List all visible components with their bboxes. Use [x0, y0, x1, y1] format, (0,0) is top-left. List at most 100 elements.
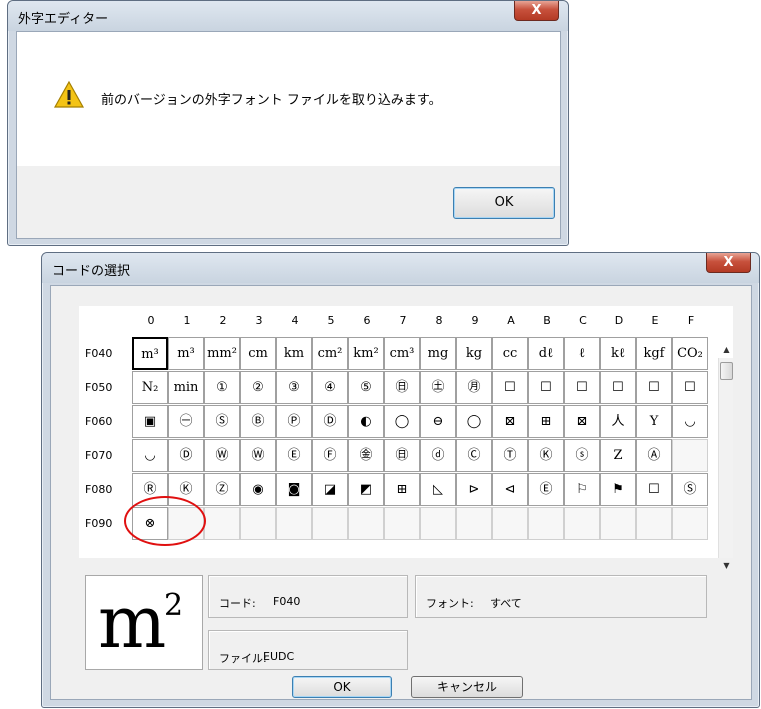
grid-cell[interactable]: ① — [204, 371, 240, 404]
grid-cell[interactable]: ⊳ — [456, 473, 492, 506]
grid-cell[interactable]: ◉ — [240, 473, 276, 506]
grid-cell[interactable]: ⓢ — [564, 439, 600, 472]
grid-cell[interactable]: ② — [240, 371, 276, 404]
code-select-close-button[interactable]: X — [706, 253, 751, 273]
grid-cell[interactable]: Y — [636, 405, 672, 438]
grid-cell[interactable]: ⓓ — [420, 439, 456, 472]
grid-cell[interactable]: ⊲ — [492, 473, 528, 506]
grid-cell[interactable]: Ⓔ — [276, 439, 312, 472]
grid-cell[interactable]: ◡ — [132, 439, 168, 472]
grid-cell[interactable]: cm² — [312, 337, 348, 370]
grid-cell[interactable]: Ⓔ — [528, 473, 564, 506]
grid-cell[interactable]: ◪ — [312, 473, 348, 506]
grid-cell[interactable]: ☐ — [636, 473, 672, 506]
grid-cell[interactable]: ③ — [276, 371, 312, 404]
grid-cell[interactable]: Ⓢ — [672, 473, 708, 506]
grid-cell[interactable]: ℓ — [564, 337, 600, 370]
grid-cell[interactable]: Ⓦ — [204, 439, 240, 472]
grid-cell[interactable]: ☐ — [492, 371, 528, 404]
grid-cell[interactable]: cm³ — [384, 337, 420, 370]
grid-cell[interactable]: cc — [492, 337, 528, 370]
grid-cell[interactable]: 人 — [600, 405, 636, 438]
grid-cell[interactable] — [276, 507, 312, 540]
grid-cell[interactable]: kℓ — [600, 337, 636, 370]
grid-cell[interactable] — [528, 507, 564, 540]
grid-cell[interactable] — [420, 507, 456, 540]
grid-cell[interactable]: ◐ — [348, 405, 384, 438]
grid-cell[interactable] — [240, 507, 276, 540]
grid-cell[interactable]: ㊐ — [384, 371, 420, 404]
grid-cell[interactable]: ◩ — [348, 473, 384, 506]
grid-cell[interactable]: CO₂ — [672, 337, 708, 370]
grid-cell[interactable]: ◯ — [384, 405, 420, 438]
grid-cell[interactable] — [492, 507, 528, 540]
select-ok-button[interactable]: OK — [292, 676, 392, 698]
grid-cell[interactable]: Z — [600, 439, 636, 472]
grid-cell[interactable]: m³ — [132, 337, 168, 370]
grid-cell[interactable]: ◺ — [420, 473, 456, 506]
grid-cell[interactable]: Ⓩ — [204, 473, 240, 506]
grid-cell[interactable]: ㊀ — [168, 405, 204, 438]
grid-cell[interactable]: ▣ — [132, 405, 168, 438]
grid-cell[interactable]: ☐ — [600, 371, 636, 404]
grid-cell[interactable]: ☐ — [528, 371, 564, 404]
grid-cell[interactable]: ⊞ — [528, 405, 564, 438]
grid-cell[interactable]: N₂ — [132, 371, 168, 404]
grid-cell[interactable]: Ⓓ — [312, 405, 348, 438]
grid-cell[interactable]: ⊖ — [420, 405, 456, 438]
grid-cell[interactable] — [672, 439, 708, 472]
grid-cell[interactable]: ㊎ — [348, 439, 384, 472]
grid-cell[interactable] — [672, 507, 708, 540]
scroll-up-arrow-icon[interactable]: ▲ — [719, 342, 734, 358]
grid-cell[interactable] — [204, 507, 240, 540]
grid-cell[interactable]: ☐ — [672, 371, 708, 404]
grid-cell[interactable]: cm — [240, 337, 276, 370]
grid-cell[interactable]: ㊐ — [384, 439, 420, 472]
grid-cell[interactable] — [564, 507, 600, 540]
grid-cell[interactable]: m³ — [168, 337, 204, 370]
grid-cell[interactable]: ⊠ — [564, 405, 600, 438]
grid-cell[interactable]: Ⓓ — [168, 439, 204, 472]
grid-cell[interactable]: ㊏ — [420, 371, 456, 404]
grid-cell[interactable] — [384, 507, 420, 540]
grid-scrollbar[interactable]: ▲ ▼ — [718, 345, 733, 570]
grid-cell[interactable] — [456, 507, 492, 540]
grid-cell[interactable]: ◯ — [456, 405, 492, 438]
grid-cell[interactable]: Ⓐ — [636, 439, 672, 472]
grid-cell[interactable]: km — [276, 337, 312, 370]
grid-cell[interactable]: Ⓢ — [204, 405, 240, 438]
grid-cell[interactable]: Ⓚ — [528, 439, 564, 472]
select-cancel-button[interactable]: キャンセル — [411, 676, 523, 698]
scroll-down-arrow-icon[interactable]: ▼ — [719, 558, 734, 574]
grid-cell[interactable]: Ⓣ — [492, 439, 528, 472]
grid-cell[interactable]: ⊞ — [384, 473, 420, 506]
grid-cell[interactable] — [636, 507, 672, 540]
grid-cell[interactable]: Ⓟ — [276, 405, 312, 438]
message-box-close-button[interactable]: X — [514, 1, 559, 21]
grid-cell[interactable]: ⊠ — [492, 405, 528, 438]
grid-cell[interactable]: mg — [420, 337, 456, 370]
grid-cell[interactable]: Ⓕ — [312, 439, 348, 472]
grid-cell[interactable]: km² — [348, 337, 384, 370]
grid-cell[interactable]: ☐ — [636, 371, 672, 404]
grid-cell[interactable]: ◙ — [276, 473, 312, 506]
grid-cell[interactable]: Ⓒ — [456, 439, 492, 472]
grid-cell[interactable]: ㊊ — [456, 371, 492, 404]
grid-cell[interactable]: Ⓑ — [240, 405, 276, 438]
grid-cell[interactable] — [312, 507, 348, 540]
grid-cell[interactable]: ④ — [312, 371, 348, 404]
grid-cell[interactable]: kgf — [636, 337, 672, 370]
grid-cell[interactable]: ◡ — [672, 405, 708, 438]
grid-cell[interactable]: ⚐ — [564, 473, 600, 506]
grid-cell[interactable] — [600, 507, 636, 540]
grid-cell[interactable]: ⑤ — [348, 371, 384, 404]
grid-cell[interactable]: Ⓦ — [240, 439, 276, 472]
grid-cell[interactable] — [348, 507, 384, 540]
grid-cell[interactable]: ⚑ — [600, 473, 636, 506]
message-ok-button[interactable]: OK — [453, 187, 555, 219]
grid-cell[interactable]: mm² — [204, 337, 240, 370]
scroll-thumb[interactable] — [720, 362, 733, 380]
grid-cell[interactable]: min — [168, 371, 204, 404]
grid-cell[interactable]: ☐ — [564, 371, 600, 404]
grid-cell[interactable]: dℓ — [528, 337, 564, 370]
